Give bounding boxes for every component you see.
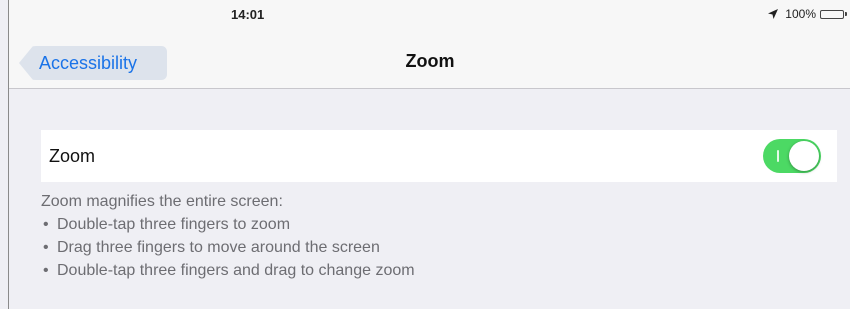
bullet-glyph: •	[43, 262, 49, 279]
zoom-description-line: • Drag three fingers to move around the s…	[43, 236, 831, 259]
zoom-description-line: • Double-tap three fingers to zoom	[43, 213, 831, 236]
zoom-setting-row: Zoom	[41, 130, 837, 182]
page-title: Zoom	[405, 51, 455, 71]
zoom-description-heading: Zoom magnifies the entire screen:	[41, 193, 283, 210]
status-time: 14:01	[231, 7, 265, 22]
toggle-knob	[789, 141, 819, 171]
settings-screen: 14:01 100% Accessibility Zoom Zoom Zoom …	[8, 0, 850, 309]
bullet-glyph: •	[43, 216, 49, 233]
battery-icon	[820, 9, 847, 19]
zoom-description-line: • Double-tap three fingers and drag to ch…	[43, 259, 831, 282]
toggle-on-indicator	[777, 150, 779, 162]
status-right-group: 100%	[767, 7, 847, 21]
zoom-description: Zoom magnifies the entire screen: • Doubl…	[41, 190, 831, 282]
zoom-setting-label: Zoom	[49, 145, 96, 166]
bullet-glyph: •	[43, 239, 49, 256]
location-arrow-icon	[768, 9, 779, 19]
status-bar: 14:01 100%	[9, 0, 850, 38]
navigation-bar: Accessibility Zoom	[9, 38, 850, 89]
battery-percentage: 100%	[785, 7, 816, 21]
zoom-toggle-switch[interactable]	[763, 139, 821, 173]
